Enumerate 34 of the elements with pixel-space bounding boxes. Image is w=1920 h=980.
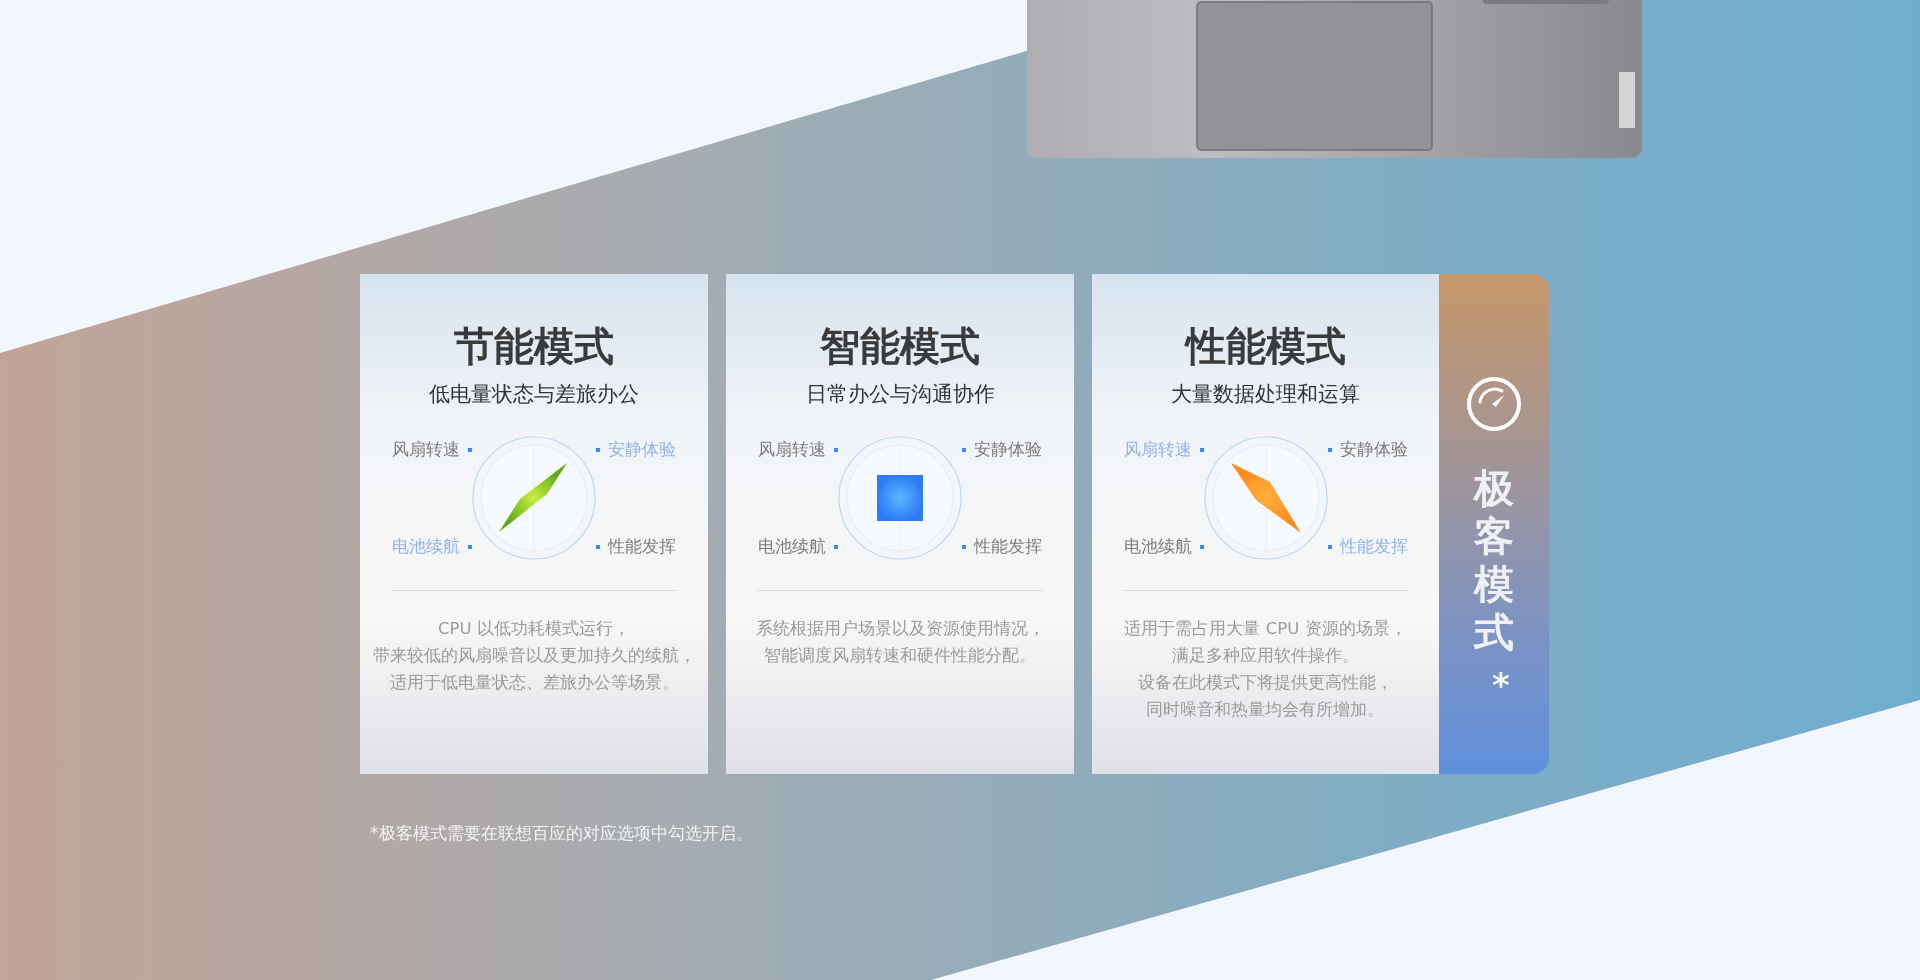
axis-label: 电池续航 [1093,535,1204,558]
description-line: 系统根据用户场景以及资源使用情况， [755,618,1045,640]
square-indicator-icon [877,475,923,521]
mode-subtitle: 低电量状态与差旅办公 [429,381,639,408]
mode-subtitle: 大量数据处理和运算 [1171,381,1360,408]
axis-label: 风扇转速 [1093,438,1204,461]
axis-label: 安静体验 [962,438,1072,461]
axis-label: 安静体验 [1327,438,1438,461]
mode-subtitle: 日常办公与沟通协作 [805,381,995,408]
description-line: 满足多种应用软件操作。 [1172,645,1359,667]
description-line: 设备在此模式下将提供更高性能， [1138,672,1393,694]
axis-label: 风扇转速 [362,438,472,461]
mode-title: 性能模式 [1185,324,1346,368]
description-line: CPU 以低功耗模式运行， [438,618,630,640]
description-line: 带来较低的风扇噪音以及更加持久的续航， [372,645,696,667]
description-line: 同时噪音和热量均会有所增加。 [1146,699,1385,721]
description-line: 适用于需占用大量 CPU 资源的场景， [1124,618,1407,640]
diamond-indicator-icon [499,463,567,532]
mode-title: 节能模式 [454,324,614,368]
description-line: 适用于低电量状态、差旅办公等场景。 [389,672,679,694]
axis-label: 性能发挥 [962,535,1072,558]
description-line: 智能调度风扇转速和硬件性能分配。 [764,645,1036,667]
footnote: *极客模式需要在联想百应的对应选项中勾选开启。 [370,822,753,845]
geek-mode-title: 极客模式 [1474,464,1514,656]
axis-label: 电池续航 [728,535,838,558]
axis-label: 性能发挥 [1327,535,1438,558]
axis-label: 性能发挥 [596,535,706,558]
axis-label: 风扇转速 [728,438,838,461]
diamond-indicator-icon [1230,463,1301,533]
footnote-mark: * [1492,668,1510,702]
axis-label: 电池续航 [362,535,472,558]
gauge-icon [1466,376,1522,432]
mode-title: 智能模式 [820,324,980,368]
axis-label: 安静体验 [596,438,706,461]
